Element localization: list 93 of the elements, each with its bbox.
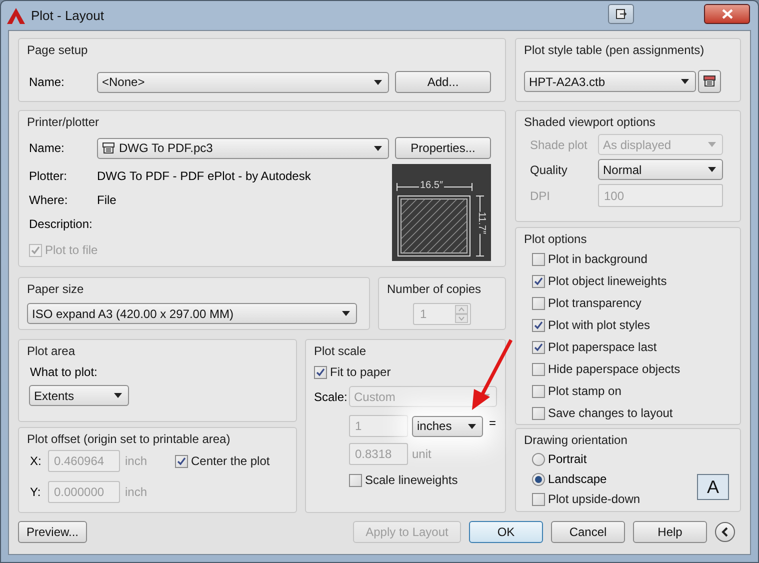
checkbox[interactable] xyxy=(314,366,327,378)
spinner-arrows-icon xyxy=(455,305,468,323)
window-button[interactable] xyxy=(608,4,634,24)
plot-style-dropdown[interactable]: HPT-A2A3.ctb xyxy=(524,71,696,92)
checkbox-label: Scale lineweights xyxy=(365,472,458,489)
group-title: Number of copies xyxy=(387,281,482,297)
field-value: File xyxy=(97,192,116,209)
checkbox[interactable] xyxy=(532,362,545,376)
field-label: Name: xyxy=(29,140,66,157)
checkbox-label: Save changes to layout xyxy=(548,405,673,422)
checkbox-label: Plot object lineweights xyxy=(548,273,667,290)
plotter-icon xyxy=(102,142,115,154)
checkbox[interactable] xyxy=(532,274,545,288)
caret-icon xyxy=(342,311,350,316)
checkbox-label: Plot to file xyxy=(45,242,98,259)
checkbox-label: Plot transparency xyxy=(548,295,642,312)
caret-icon xyxy=(374,146,382,150)
field-value: DWG To PDF - PDF ePlot - by Autodesk xyxy=(97,168,311,185)
radio-button[interactable] xyxy=(532,472,545,486)
group-title: Plot scale xyxy=(314,343,366,359)
window-title: Plot - Layout xyxy=(31,6,104,25)
group-title: Plot options xyxy=(524,231,587,247)
group-title: Plot style table (pen assignments) xyxy=(524,42,704,58)
checkbox-label: Plot with plot styles xyxy=(548,317,650,334)
caret-icon xyxy=(708,142,716,147)
checkbox-label: Plot upside-down xyxy=(548,491,640,508)
paper-size-dropdown[interactable]: ISO expand A3 (420.00 x 297.00 MM) xyxy=(27,303,357,324)
radio-label: Landscape xyxy=(548,471,607,488)
caret-icon xyxy=(114,393,122,398)
preview-button[interactable]: Preview... xyxy=(18,521,87,543)
field-label: Where: xyxy=(29,192,69,209)
close-icon xyxy=(722,8,732,18)
edit-plot-style-button[interactable] xyxy=(698,70,721,93)
checkbox-label: Plot in background xyxy=(548,251,648,268)
checkbox[interactable] xyxy=(532,406,545,420)
chevron-left-icon xyxy=(721,527,729,537)
field-label: Plotter: xyxy=(29,168,68,185)
checkbox-label: Plot paperspace last xyxy=(548,339,657,356)
field-label: Name: xyxy=(29,74,66,91)
collapse-button[interactable] xyxy=(715,522,735,542)
checkbox[interactable] xyxy=(532,296,545,310)
caret-icon xyxy=(681,79,689,84)
field-label: Scale: xyxy=(314,388,348,406)
field-label: Description: xyxy=(29,216,94,233)
radio-button[interactable] xyxy=(532,452,545,466)
equals-sign: = xyxy=(489,415,496,432)
group-title: Plot offset (origin set to printable area) xyxy=(27,431,230,447)
group-title: Paper size xyxy=(27,281,84,297)
checkbox-label: Center the plot xyxy=(191,453,270,470)
caret-icon xyxy=(374,80,382,84)
field-label: What to plot: xyxy=(29,364,98,381)
unit-label: inch xyxy=(125,453,148,470)
checkbox[interactable] xyxy=(532,252,545,266)
field-label: Shade plot xyxy=(529,136,588,154)
group-title: Page setup xyxy=(27,42,88,58)
checkbox[interactable] xyxy=(532,318,545,332)
field-label: DPI xyxy=(529,188,552,204)
checkbox[interactable] xyxy=(532,384,545,398)
dialog-button[interactable]: OK xyxy=(469,521,543,543)
close-button[interactable] xyxy=(704,4,750,24)
page-setup-dropdown[interactable]: <None> xyxy=(97,72,389,92)
what-to-plot-dropdown[interactable]: Extents xyxy=(29,385,129,406)
field-label: X: xyxy=(29,453,42,470)
add-button[interactable]: Add... xyxy=(395,71,491,93)
printer-dropdown[interactable]: DWG To PDF.pc3 xyxy=(97,138,389,158)
app-logo-icon xyxy=(7,8,25,24)
checkbox[interactable] xyxy=(175,454,188,468)
group-title: Printer/plotter xyxy=(27,114,100,130)
caret-icon xyxy=(708,167,716,172)
checkbox-label: Hide paperspace objects xyxy=(548,361,680,378)
caret-icon xyxy=(468,424,476,428)
field-label: Y: xyxy=(29,484,42,501)
dialog-button[interactable]: Help xyxy=(633,521,707,543)
checkbox[interactable] xyxy=(532,492,545,506)
radio-label: Portrait xyxy=(548,451,587,468)
orientation-preview: A xyxy=(697,474,729,500)
group-title: Drawing orientation xyxy=(524,432,628,448)
units-dropdown[interactable]: inches xyxy=(412,416,483,436)
unit-label: inch xyxy=(125,484,148,501)
group-title: Shaded viewport options xyxy=(524,114,656,130)
field-label: Quality xyxy=(529,162,568,178)
group-title: Plot area xyxy=(27,343,76,359)
checkbox[interactable] xyxy=(532,340,545,354)
checkbox[interactable] xyxy=(349,474,362,486)
checkbox-label: Plot stamp on xyxy=(548,383,622,400)
checkbox-label: Fit to paper xyxy=(330,364,391,381)
unit-label: unit xyxy=(412,446,432,463)
plotter-icon xyxy=(703,75,716,88)
document-icon xyxy=(616,8,626,18)
height-dimension-line xyxy=(476,196,484,256)
dialog-button[interactable]: Cancel xyxy=(551,521,625,543)
shade-dropdown[interactable]: Normal xyxy=(598,159,723,180)
properties-button[interactable]: Properties... xyxy=(395,137,491,159)
